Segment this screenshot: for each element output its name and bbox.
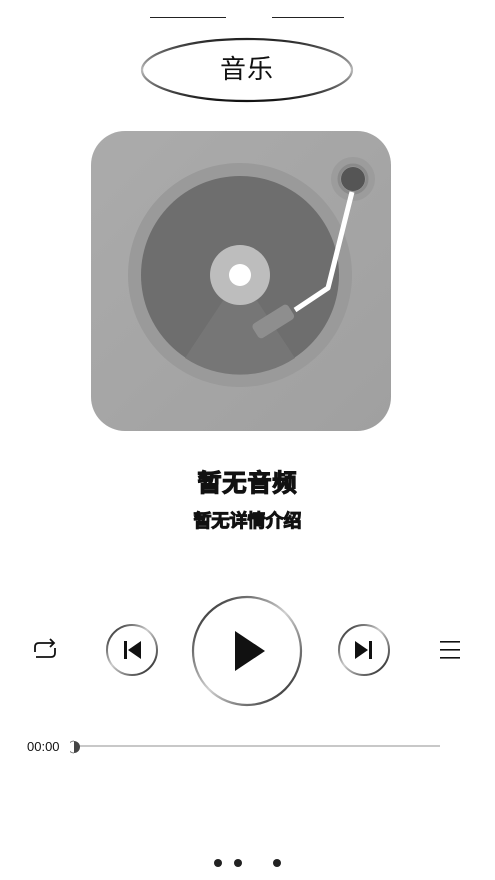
- track-title: 暂无音频: [197, 468, 298, 497]
- next-button[interactable]: [336, 622, 392, 678]
- play-button[interactable]: [190, 594, 304, 708]
- album-art: [90, 130, 392, 432]
- top-bar: [0, 0, 495, 30]
- skip-next-icon: [338, 624, 390, 676]
- page-indicator: [0, 856, 495, 870]
- repeat-button[interactable]: [30, 635, 60, 665]
- page-dot[interactable]: [234, 859, 242, 867]
- current-time: 00:00: [27, 739, 60, 754]
- track-description: 暂无详情介绍: [193, 511, 302, 533]
- page-title: 音乐: [219, 55, 274, 85]
- play-icon: [191, 595, 303, 707]
- playlist-icon: [440, 641, 460, 659]
- vinyl-record-player-icon: [91, 131, 391, 431]
- playlist-button[interactable]: [436, 636, 464, 664]
- progress-thumb-icon: [67, 740, 80, 754]
- previous-button[interactable]: [104, 622, 160, 678]
- top-divider-left: [150, 17, 226, 18]
- repeat-icon: [34, 638, 56, 658]
- page-dot[interactable]: [214, 859, 222, 867]
- progress-thumb[interactable]: [67, 739, 84, 754]
- progress-bar[interactable]: [76, 745, 440, 747]
- page-title-pill: 音乐: [140, 36, 354, 104]
- page-dot[interactable]: [273, 859, 281, 867]
- skip-previous-icon: [106, 624, 158, 676]
- top-divider-right: [272, 17, 344, 18]
